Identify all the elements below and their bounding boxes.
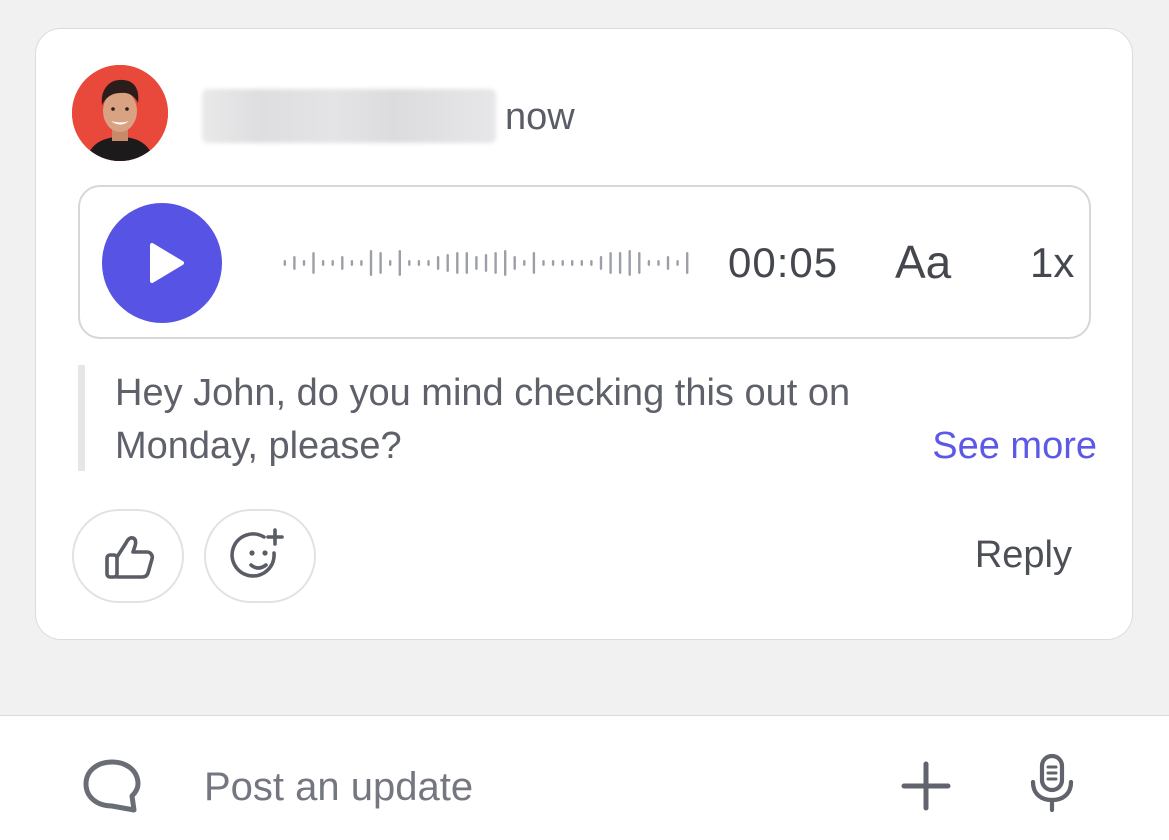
add-emoji-icon [230,528,284,578]
chat-bubble-icon[interactable] [80,756,144,816]
waveform-bar [523,260,526,266]
waveform-bar [465,252,468,274]
play-icon [150,243,184,283]
waveform-bar [542,260,545,266]
audio-waveform[interactable] [280,243,692,283]
waveform-bar [676,260,679,266]
waveform-bar [436,256,440,270]
waveform-bar [484,254,488,272]
waveform-bar [312,252,315,274]
thumbs-up-icon [105,535,155,579]
waveform-bar [666,256,670,270]
waveform-bar [331,260,334,266]
microphone-icon[interactable] [1026,752,1078,816]
waveform-bar [341,256,344,270]
plus-icon[interactable] [900,760,952,812]
voice-message-player: 00:05 Aa 1x [78,185,1091,339]
waveform-bar [599,256,603,270]
waveform-bar [513,256,516,270]
waveform-bar [408,260,411,266]
reply-button[interactable]: Reply [975,533,1072,577]
waveform-bar [618,252,622,274]
waveform-bar [417,260,421,266]
transcript-text: Hey John, do you mind checking this out … [115,372,851,467]
waveform-bar [283,260,286,266]
author-name-redacted[interactable] [202,89,496,143]
waveform-bar [398,250,401,276]
waveform-bar [504,250,507,276]
waveform-bar [686,252,689,274]
waveform-bar [389,260,392,266]
waveform-bar [360,260,363,266]
waveform-bar [580,260,583,266]
waveform-bar [456,252,459,274]
waveform-bar [475,256,478,270]
waveform-bar [590,260,593,266]
author-avatar[interactable] [72,65,168,161]
waveform-bar [379,252,382,274]
waveform-bar [647,260,651,266]
add-reaction-button[interactable] [204,509,316,603]
like-button[interactable] [72,509,184,603]
see-more-link[interactable]: See more [932,420,1097,473]
waveform-bar [532,252,536,274]
waveform-bar [446,254,449,272]
waveform-bar [427,260,430,266]
playback-speed-button[interactable]: 1x [1030,239,1074,287]
waveform-bar [571,260,574,266]
waveform-bar [561,260,564,266]
waveform-bar [350,260,354,266]
post-time: now [505,96,575,138]
waveform-bar [302,260,306,266]
transcript-block: Hey John, do you mind checking this out … [78,365,1097,473]
waveform-bar [551,260,555,266]
waveform-bar [494,252,497,274]
waveform-bar [609,252,612,274]
waveform-bar [321,260,325,266]
waveform-bar [369,250,373,276]
post-card: now 00:05 Aa 1x Hey John, do you mind ch… [35,28,1133,640]
waveform-bar [657,260,660,266]
play-button[interactable] [102,203,222,323]
composer-bar: Post an update [0,715,1169,840]
transcript-toggle-button[interactable]: Aa [895,237,951,287]
waveform-bar [628,250,631,276]
audio-duration: 00:05 [728,239,839,286]
waveform-bar [293,256,296,270]
post-update-input[interactable]: Post an update [204,762,844,812]
waveform-bar [638,252,641,274]
